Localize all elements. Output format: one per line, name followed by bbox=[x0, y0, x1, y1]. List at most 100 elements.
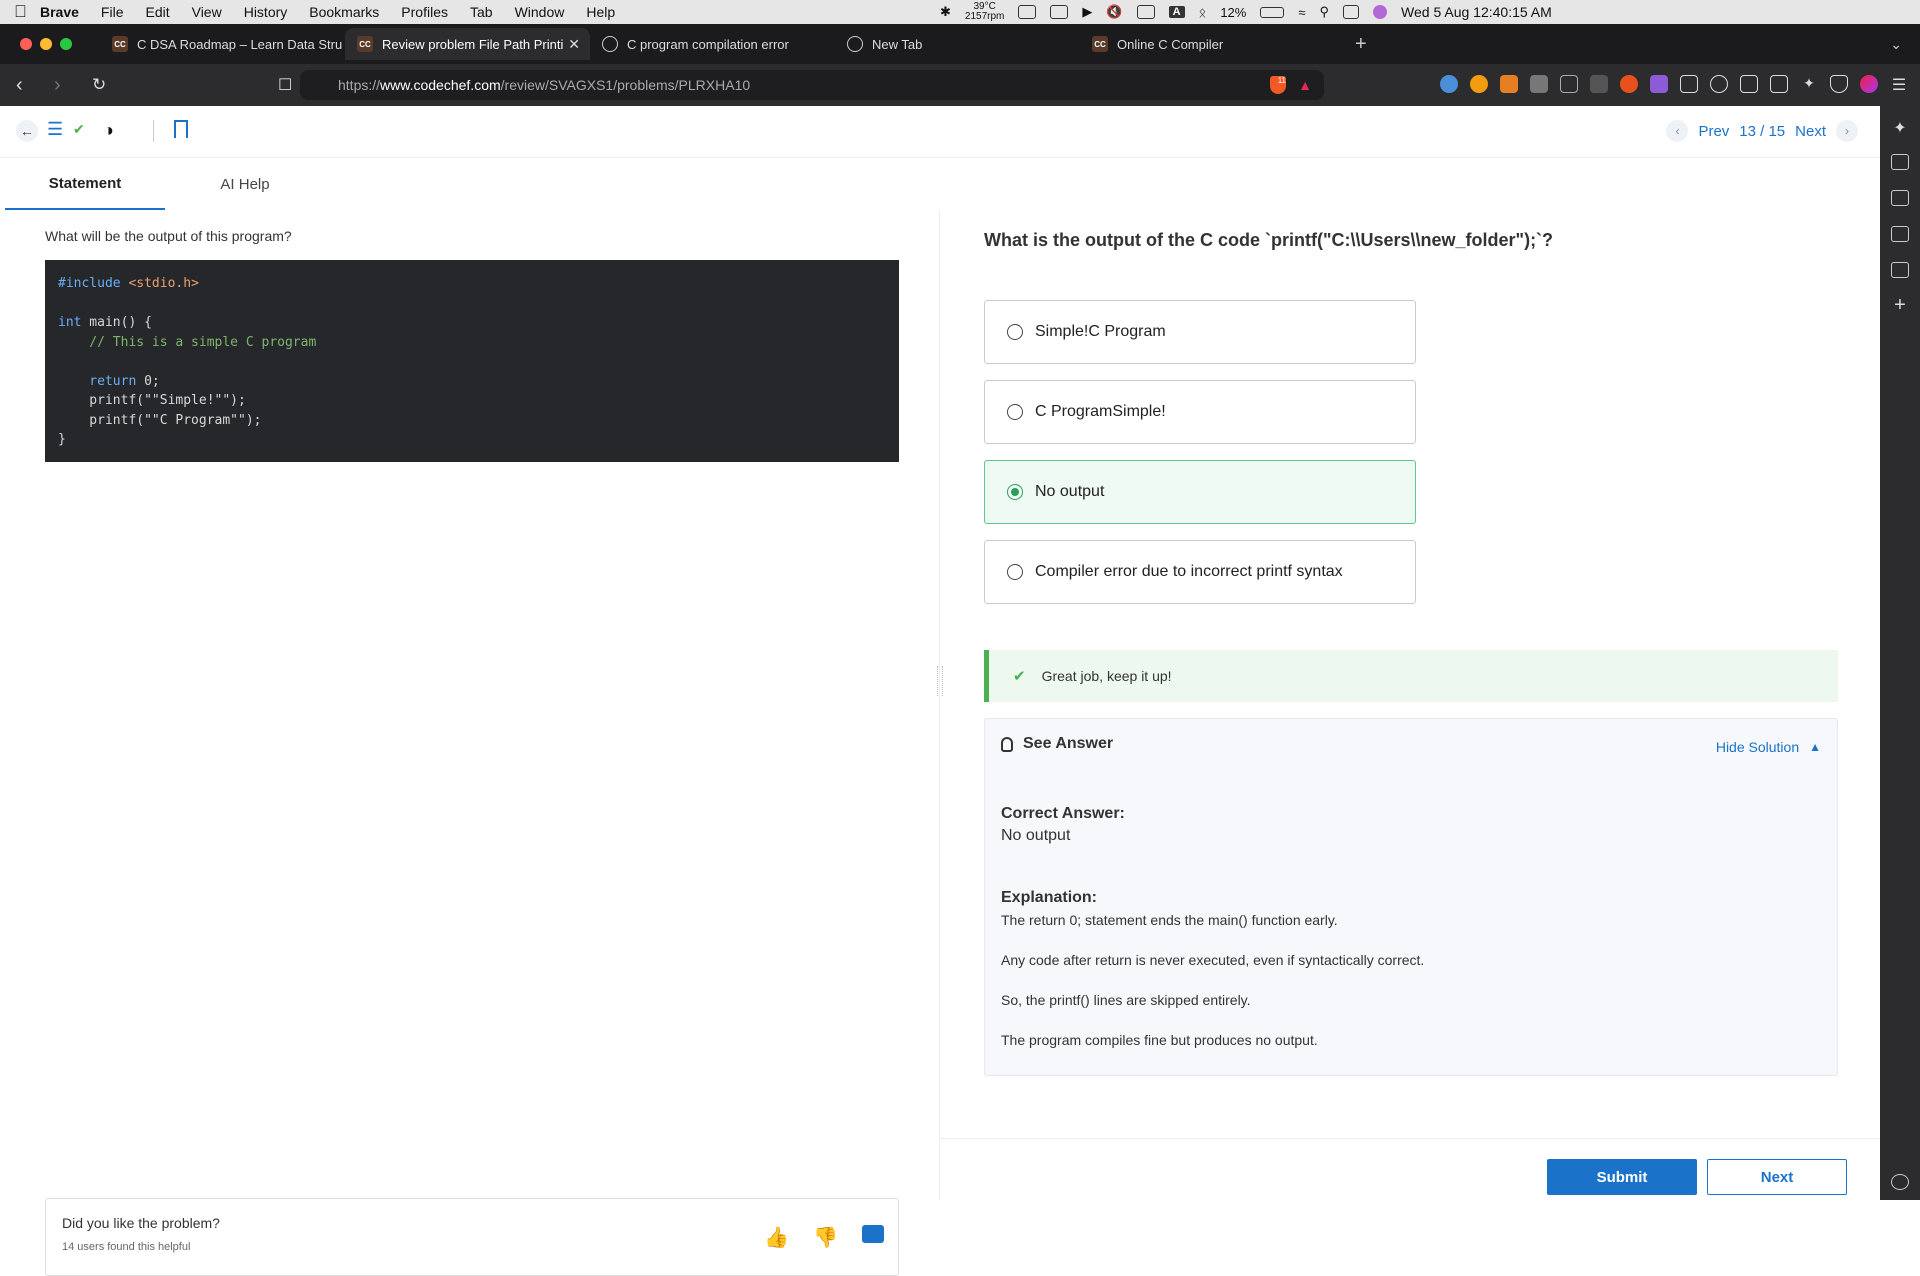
thumbs-down-icon[interactable]: 👎 bbox=[813, 1225, 838, 1250]
menu-bookmarks[interactable]: Bookmarks bbox=[309, 4, 379, 20]
vpn-icon[interactable] bbox=[1830, 75, 1848, 93]
radio-selected-icon[interactable] bbox=[1007, 484, 1023, 500]
hide-solution-toggle[interactable]: Hide Solution ▲ bbox=[1716, 739, 1821, 755]
apple-icon[interactable]:  bbox=[14, 2, 40, 22]
code-line: #include bbox=[58, 276, 121, 291]
theme-toggle-icon[interactable]: ◑ bbox=[103, 120, 114, 141]
rewards-icon[interactable]: ▲ bbox=[1298, 77, 1312, 93]
radio-icon[interactable] bbox=[1007, 404, 1023, 420]
zoom-window-icon[interactable] bbox=[60, 38, 72, 50]
menu-brave[interactable]: Brave bbox=[40, 4, 79, 20]
prev-link[interactable]: Prev bbox=[1698, 123, 1729, 140]
media-sidebar-icon[interactable] bbox=[1891, 154, 1909, 170]
next-chevron-icon[interactable]: › bbox=[1836, 120, 1858, 142]
menu-help[interactable]: Help bbox=[586, 4, 615, 20]
menu-tab[interactable]: Tab bbox=[470, 4, 493, 20]
sidebar-toggle-icon[interactable] bbox=[1740, 75, 1758, 93]
puzzle-icon[interactable] bbox=[1680, 75, 1698, 93]
reload-icon[interactable]: ↻ bbox=[92, 75, 114, 95]
next-link[interactable]: Next bbox=[1795, 123, 1826, 140]
extension-4-icon[interactable] bbox=[1530, 75, 1548, 93]
tab-online-compiler[interactable]: CC Online C Compiler bbox=[1080, 28, 1325, 60]
bookmark-problem-icon[interactable] bbox=[174, 120, 188, 138]
wallet-sidebar-icon[interactable] bbox=[1891, 190, 1909, 206]
comment-icon[interactable] bbox=[862, 1225, 884, 1243]
tab-dsa-roadmap[interactable]: CC C DSA Roadmap – Learn Data Stru bbox=[100, 28, 345, 60]
back-arrow-icon[interactable]: ← bbox=[16, 120, 38, 142]
extension-2-icon[interactable] bbox=[1470, 75, 1488, 93]
wallet-icon[interactable] bbox=[1770, 75, 1788, 93]
wifi-icon[interactable]: ≈ bbox=[1298, 5, 1305, 20]
radio-icon[interactable] bbox=[1007, 564, 1023, 580]
reading-list-sidebar-icon[interactable] bbox=[1891, 262, 1909, 278]
tab-new-tab[interactable]: New Tab bbox=[835, 28, 1080, 60]
leo-sidebar-icon[interactable]: ✦ bbox=[1891, 118, 1909, 137]
temp-readout: 39°C 2157rpm bbox=[965, 2, 1004, 22]
bluetooth-icon[interactable]: ᛟ bbox=[1199, 5, 1207, 20]
option-no-output[interactable]: No output bbox=[984, 460, 1416, 524]
window-controls bbox=[20, 38, 100, 50]
control-center-icon[interactable] bbox=[1343, 5, 1360, 19]
tab-statement[interactable]: Statement bbox=[5, 158, 165, 210]
clock[interactable]: Wed 5 Aug 12:40:15 AM bbox=[1401, 4, 1552, 20]
extension-9-icon[interactable] bbox=[1710, 75, 1728, 93]
extension-5-icon[interactable] bbox=[1560, 75, 1578, 93]
close-tab-icon[interactable]: ✕ bbox=[568, 36, 580, 53]
fan-icon[interactable]: ✱ bbox=[940, 4, 951, 20]
menu-history[interactable]: History bbox=[244, 4, 288, 20]
input-indicator[interactable]: A bbox=[1168, 6, 1185, 18]
menu-view[interactable]: View bbox=[192, 4, 222, 20]
option-simple-c-program[interactable]: Simple!C Program bbox=[984, 300, 1416, 364]
extension-8-icon[interactable] bbox=[1650, 75, 1668, 93]
add-sidebar-icon[interactable]: + bbox=[1891, 295, 1909, 315]
tray-icon[interactable] bbox=[1018, 5, 1037, 19]
display-icon[interactable] bbox=[1136, 5, 1155, 19]
new-tab-icon[interactable]: + bbox=[1355, 33, 1367, 56]
option-compiler-error[interactable]: Compiler error due to incorrect printf s… bbox=[984, 540, 1416, 604]
url-host: www.codechef.com bbox=[380, 77, 501, 93]
extension-1-icon[interactable] bbox=[1440, 75, 1458, 93]
brave-shield-icon[interactable]: 11 bbox=[1270, 76, 1286, 94]
siri-icon[interactable] bbox=[1373, 5, 1388, 19]
play-icon[interactable]: ▶ bbox=[1082, 4, 1092, 20]
menu-icon[interactable]: ☰ bbox=[1890, 75, 1908, 94]
bookmarks-sidebar-icon[interactable] bbox=[1891, 226, 1909, 242]
extension-7-icon[interactable] bbox=[1620, 75, 1638, 93]
keyboard-icon[interactable] bbox=[1050, 5, 1069, 19]
url-path: /review/SVAGXS1/problems/PLRXHA10 bbox=[500, 77, 751, 93]
next-button[interactable]: Next bbox=[1707, 1159, 1847, 1195]
rpm-value: 2157rpm bbox=[964, 11, 1005, 22]
prev-chevron-icon[interactable]: ‹ bbox=[1666, 120, 1689, 142]
tab-compilation-error[interactable]: C program compilation error bbox=[590, 28, 835, 60]
menu-edit[interactable]: Edit bbox=[145, 4, 169, 20]
extension-3-icon[interactable] bbox=[1500, 75, 1518, 93]
close-window-icon[interactable] bbox=[20, 38, 32, 50]
menu-profiles[interactable]: Profiles bbox=[401, 4, 448, 20]
tab-review-problem[interactable]: CC Review problem File Path Printi ✕ bbox=[345, 28, 590, 60]
option-label: Compiler error due to incorrect printf s… bbox=[1035, 563, 1343, 580]
option-c-program-simple[interactable]: C ProgramSimple! bbox=[984, 380, 1416, 444]
menu-window[interactable]: Window bbox=[515, 4, 565, 20]
bookmark-icon[interactable]: ☐ bbox=[278, 75, 300, 95]
extension-6-icon[interactable] bbox=[1590, 75, 1608, 93]
leo-ai-icon[interactable]: ✦ bbox=[1800, 75, 1818, 93]
url-field[interactable]: https://www.codechef.com/review/SVAGXS1/… bbox=[300, 70, 1324, 100]
code-line: <stdio.h> bbox=[120, 276, 199, 291]
back-icon[interactable]: ‹ bbox=[16, 74, 38, 97]
minimize-window-icon[interactable] bbox=[40, 38, 52, 50]
tab-search-chevron-icon[interactable]: ⌄ bbox=[1890, 36, 1902, 53]
menu-file[interactable]: File bbox=[101, 4, 124, 20]
thumbs-up-icon[interactable]: 👍 bbox=[764, 1225, 789, 1250]
search-icon[interactable]: ⚲ bbox=[1320, 4, 1330, 20]
tab-ai-help[interactable]: AI Help bbox=[165, 158, 325, 210]
battery-icon[interactable] bbox=[1260, 6, 1285, 18]
code-line: return bbox=[58, 373, 137, 389]
forward-icon[interactable]: › bbox=[54, 74, 76, 97]
problem-list-icon[interactable]: ☰ bbox=[47, 119, 63, 140]
profile-avatar-icon[interactable] bbox=[1860, 75, 1878, 93]
mute-icon[interactable]: 🔇 bbox=[1106, 4, 1122, 20]
codechef-favicon-icon: CC bbox=[1092, 36, 1108, 52]
submit-button[interactable]: Submit bbox=[1547, 1159, 1697, 1195]
settings-sidebar-icon[interactable] bbox=[1891, 1174, 1909, 1190]
radio-icon[interactable] bbox=[1007, 324, 1023, 340]
